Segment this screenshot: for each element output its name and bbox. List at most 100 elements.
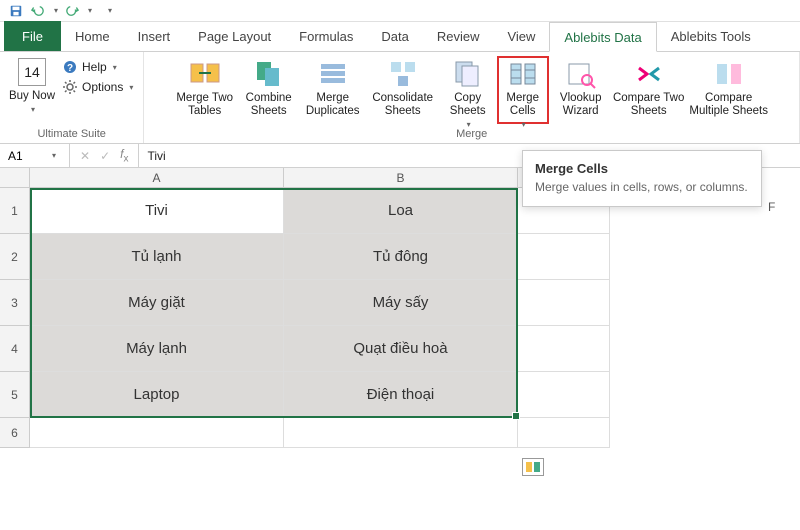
undo-dropdown[interactable]: ▾ [54, 6, 58, 15]
options-button[interactable]: Options▾ [60, 78, 135, 96]
ribbon: 14 Buy Now ▾ ? Help▾ Options▾ Ultimate S… [0, 52, 800, 144]
help-button[interactable]: ? Help▾ [60, 58, 135, 76]
calendar-icon: 14 [18, 58, 46, 86]
tooltip-body: Merge values in cells, rows, or columns. [535, 180, 749, 196]
tab-review[interactable]: Review [423, 21, 494, 51]
merge-two-tables-icon [189, 58, 221, 90]
tab-view[interactable]: View [493, 21, 549, 51]
cell-c4[interactable] [518, 326, 610, 372]
row-header-3[interactable]: 3 [0, 280, 30, 326]
redo-icon[interactable] [64, 3, 80, 19]
group-label-ultimate: Ultimate Suite [37, 125, 105, 143]
compare-two-sheets-label: Compare Two Sheets [613, 92, 685, 118]
row-header-4[interactable]: 4 [0, 326, 30, 372]
gear-icon [62, 79, 78, 95]
vlookup-wizard-button[interactable]: Vlookup Wizard [553, 56, 609, 124]
grid[interactable]: A B Tivi Loa Tủ lạnh Tủ đông Máy giặt Má… [30, 168, 610, 448]
ribbon-tabs: File Home Insert Page Layout Formulas Da… [0, 22, 800, 52]
group-merge: Merge Two Tables Combine Sheets Merge Du… [144, 52, 800, 143]
cell-a2[interactable]: Tủ lạnh [30, 234, 284, 280]
group-label-merge: Merge [456, 125, 487, 143]
name-box[interactable]: ▾ [0, 144, 70, 167]
merge-duplicates-icon [317, 58, 349, 90]
redo-dropdown[interactable]: ▾ [88, 6, 92, 15]
options-label: Options [82, 80, 123, 94]
combine-sheets-icon [253, 58, 285, 90]
vlookup-wizard-label: Vlookup Wizard [553, 92, 609, 118]
tab-file[interactable]: File [4, 21, 61, 51]
fx-icon[interactable]: fx [120, 147, 128, 164]
cell-c2[interactable] [518, 234, 610, 280]
quick-access-toolbar: ▾ ▾ ▾ [0, 0, 800, 22]
compare-two-sheets-button[interactable]: Compare Two Sheets [613, 56, 685, 124]
cell-a5[interactable]: Laptop [30, 372, 284, 418]
cell-b5[interactable]: Điện thoại [284, 372, 518, 418]
merge-cells-button[interactable]: Merge Cells▾ [497, 56, 549, 124]
copy-sheets-label: Copy Sheets [443, 92, 493, 118]
compare-multiple-sheets-button[interactable]: Compare Multiple Sheets [689, 56, 769, 124]
merge-duplicates-label: Merge Duplicates [303, 92, 363, 118]
svg-text:?: ? [67, 63, 73, 74]
paste-options-icon[interactable] [522, 458, 544, 476]
cell-b3[interactable]: Máy sấy [284, 280, 518, 326]
cell-c6[interactable] [518, 418, 610, 448]
col-header-b[interactable]: B [284, 168, 518, 188]
merge-two-tables-label: Merge Two Tables [175, 92, 235, 118]
row-header-2[interactable]: 2 [0, 234, 30, 280]
cell-b1[interactable]: Loa [284, 188, 518, 234]
cell-b4[interactable]: Quạt điều hoà [284, 326, 518, 372]
enter-icon[interactable]: ✓ [100, 149, 110, 163]
worksheet: 1 2 3 4 5 6 A B Tivi Loa Tủ lạnh Tủ đông… [0, 168, 800, 448]
tab-formulas[interactable]: Formulas [285, 21, 367, 51]
qat-customize[interactable]: ▾ [108, 6, 112, 15]
cell-a3[interactable]: Máy giặt [30, 280, 284, 326]
col-header-f[interactable]: F [768, 200, 775, 214]
help-icon: ? [62, 59, 78, 75]
cell-b2[interactable]: Tủ đông [284, 234, 518, 280]
save-icon[interactable] [8, 3, 24, 19]
tab-ablebits-tools[interactable]: Ablebits Tools [657, 21, 765, 51]
combine-sheets-button[interactable]: Combine Sheets [239, 56, 299, 124]
compare-multiple-sheets-icon [713, 58, 745, 90]
tab-data[interactable]: Data [367, 21, 422, 51]
consolidate-sheets-button[interactable]: Consolidate Sheets [367, 56, 439, 124]
combine-sheets-label: Combine Sheets [239, 92, 299, 118]
select-all-corner[interactable] [0, 168, 30, 188]
cell-c3[interactable] [518, 280, 610, 326]
tab-page-layout[interactable]: Page Layout [184, 21, 285, 51]
cancel-icon[interactable]: ✕ [80, 149, 90, 163]
undo-icon[interactable] [30, 3, 46, 19]
tab-home[interactable]: Home [61, 21, 124, 51]
cell-c5[interactable] [518, 372, 610, 418]
merge-two-tables-button[interactable]: Merge Two Tables [175, 56, 235, 124]
group-ultimate-suite: 14 Buy Now ▾ ? Help▾ Options▾ Ultimate S… [0, 52, 144, 143]
compare-two-sheets-icon [633, 58, 665, 90]
cell-a1[interactable]: Tivi [30, 188, 284, 234]
row-header-5[interactable]: 5 [0, 372, 30, 418]
merge-cells-tooltip: Merge Cells Merge values in cells, rows,… [522, 150, 762, 207]
help-label: Help [82, 60, 107, 74]
copy-sheets-icon [452, 58, 484, 90]
consolidate-sheets-icon [387, 58, 419, 90]
cell-a6[interactable] [30, 418, 284, 448]
row-headers: 1 2 3 4 5 6 [0, 168, 30, 448]
tab-ablebits-data[interactable]: Ablebits Data [549, 22, 656, 52]
merge-cells-icon [507, 58, 539, 90]
row-header-6[interactable]: 6 [0, 418, 30, 448]
tab-insert[interactable]: Insert [124, 21, 185, 51]
buy-now-button[interactable]: 14 Buy Now ▾ [8, 56, 56, 124]
copy-sheets-button[interactable]: Copy Sheets▾ [443, 56, 493, 124]
merge-cells-label: Merge Cells [499, 92, 547, 118]
vlookup-wizard-icon [565, 58, 597, 90]
compare-multiple-sheets-label: Compare Multiple Sheets [689, 92, 769, 118]
cell-b6[interactable] [284, 418, 518, 448]
name-box-dropdown[interactable]: ▾ [52, 151, 56, 160]
tooltip-title: Merge Cells [535, 161, 749, 176]
col-header-a[interactable]: A [30, 168, 284, 188]
row-header-1[interactable]: 1 [0, 188, 30, 234]
cell-a4[interactable]: Máy lạnh [30, 326, 284, 372]
name-box-input[interactable] [6, 148, 46, 164]
buy-now-label: Buy Now [9, 90, 55, 103]
merge-duplicates-button[interactable]: Merge Duplicates [303, 56, 363, 124]
consolidate-sheets-label: Consolidate Sheets [367, 92, 439, 118]
